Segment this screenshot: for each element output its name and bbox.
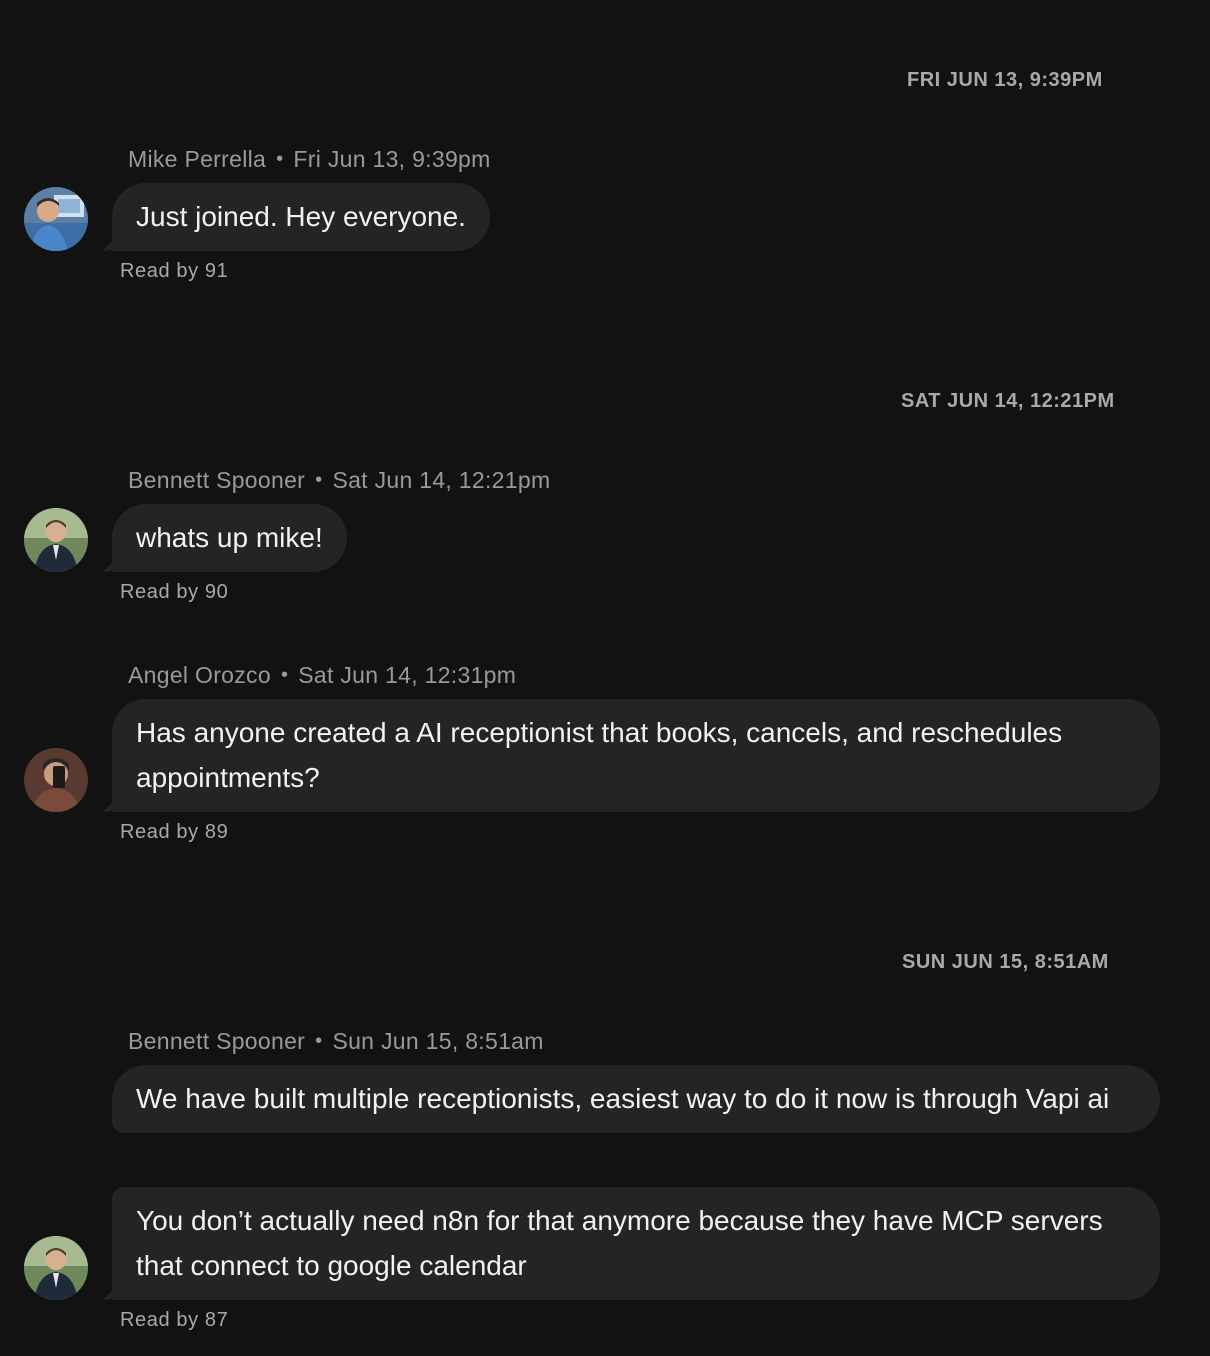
bennett-spooner-avatar[interactable]	[24, 508, 88, 572]
message-time: Fri Jun 13, 9:39pm	[293, 146, 491, 172]
message-time: Sun Jun 15, 8:51am	[332, 1028, 544, 1054]
author-name[interactable]: Mike Perrella	[128, 146, 266, 172]
read-receipt[interactable]: Read by 87	[120, 1309, 228, 1332]
message-bubble[interactable]: whats up mike!	[112, 504, 347, 572]
read-receipt[interactable]: Read by 90	[120, 581, 228, 604]
angel-orozco-avatar[interactable]	[24, 748, 88, 812]
author-name[interactable]: Bennett Spooner	[128, 467, 305, 493]
read-receipt[interactable]: Read by 91	[120, 260, 228, 283]
message-bubble[interactable]: You don’t actually need n8n for that any…	[112, 1187, 1160, 1300]
message-bubble[interactable]: Has anyone created a AI receptionist tha…	[112, 699, 1160, 812]
separator-dot: •	[315, 469, 323, 491]
mike-perrella-avatar[interactable]	[24, 187, 88, 251]
date-divider: FRI JUN 13, 9:39PM	[907, 69, 1103, 91]
message-meta: Angel Orozco • Sat Jun 14, 12:31pm	[128, 662, 516, 689]
separator-dot: •	[280, 664, 289, 686]
date-divider: SUN JUN 15, 8:51AM	[902, 951, 1109, 973]
message-time: Sat Jun 14, 12:31pm	[298, 662, 517, 688]
message-bubble[interactable]: We have built multiple receptionists, ea…	[112, 1065, 1160, 1133]
date-divider: SAT JUN 14, 12:21PM	[901, 390, 1115, 412]
message-meta: Mike Perrella • Fri Jun 13, 9:39pm	[128, 146, 491, 173]
author-name[interactable]: Bennett Spooner	[128, 1028, 305, 1054]
bennett-spooner-avatar[interactable]	[24, 1236, 88, 1300]
author-name[interactable]: Angel Orozco	[128, 662, 271, 688]
message-time: Sat Jun 14, 12:21pm	[332, 467, 551, 493]
separator-dot: •	[315, 1030, 323, 1052]
message-meta: Bennett Spooner • Sun Jun 15, 8:51am	[128, 1028, 544, 1055]
message-meta: Bennett Spooner • Sat Jun 14, 12:21pm	[128, 467, 550, 494]
message-bubble[interactable]: Just joined. Hey everyone.	[112, 183, 490, 251]
read-receipt[interactable]: Read by 89	[120, 821, 228, 844]
separator-dot: •	[276, 148, 284, 170]
